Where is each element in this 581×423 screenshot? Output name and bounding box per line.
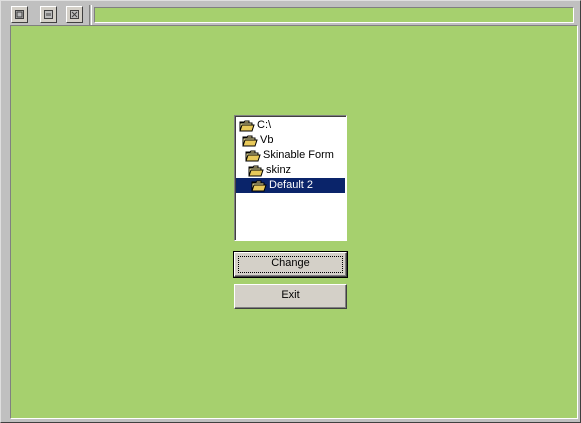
dir-item-skinable-form[interactable]: Skinable Form bbox=[245, 148, 344, 163]
dir-item-label: skinz bbox=[266, 164, 292, 176]
dir-item-label: Skinable Form bbox=[263, 149, 334, 161]
close-icon bbox=[70, 10, 79, 19]
focus-rectangle bbox=[238, 256, 343, 273]
dir-item-vb[interactable]: Vb bbox=[242, 133, 344, 148]
dir-item-label: Default 2 bbox=[269, 179, 314, 191]
maximize-button[interactable] bbox=[40, 6, 57, 23]
directory-list[interactable]: C:\ Vb Skinable Form skinz Default 2 bbox=[234, 115, 347, 241]
title-caption[interactable] bbox=[94, 7, 574, 23]
minimize-icon bbox=[15, 10, 24, 19]
maximize-icon bbox=[44, 10, 53, 19]
dir-item-label: C:\ bbox=[257, 119, 272, 131]
exit-button[interactable]: Exit bbox=[234, 284, 347, 309]
minimize-button[interactable] bbox=[11, 6, 28, 23]
folder-open-icon bbox=[248, 165, 264, 177]
dir-item-c-drive[interactable]: C:\ bbox=[239, 118, 344, 133]
folder-open-icon bbox=[242, 135, 258, 147]
title-bar[interactable] bbox=[10, 5, 576, 25]
change-button[interactable]: Change bbox=[233, 251, 348, 278]
folder-open-icon bbox=[251, 180, 267, 192]
folder-open-icon bbox=[239, 120, 255, 132]
close-button[interactable] bbox=[66, 6, 83, 23]
skinable-window: C:\ Vb Skinable Form skinz Default 2 Cha… bbox=[0, 0, 581, 423]
dir-item-label: Vb bbox=[260, 134, 274, 146]
exit-button-label: Exit bbox=[281, 289, 300, 301]
folder-open-icon bbox=[245, 150, 261, 162]
title-separator bbox=[89, 5, 92, 25]
dir-item-default-2[interactable]: Default 2 bbox=[236, 178, 345, 193]
dir-item-skinz[interactable]: skinz bbox=[248, 163, 344, 178]
